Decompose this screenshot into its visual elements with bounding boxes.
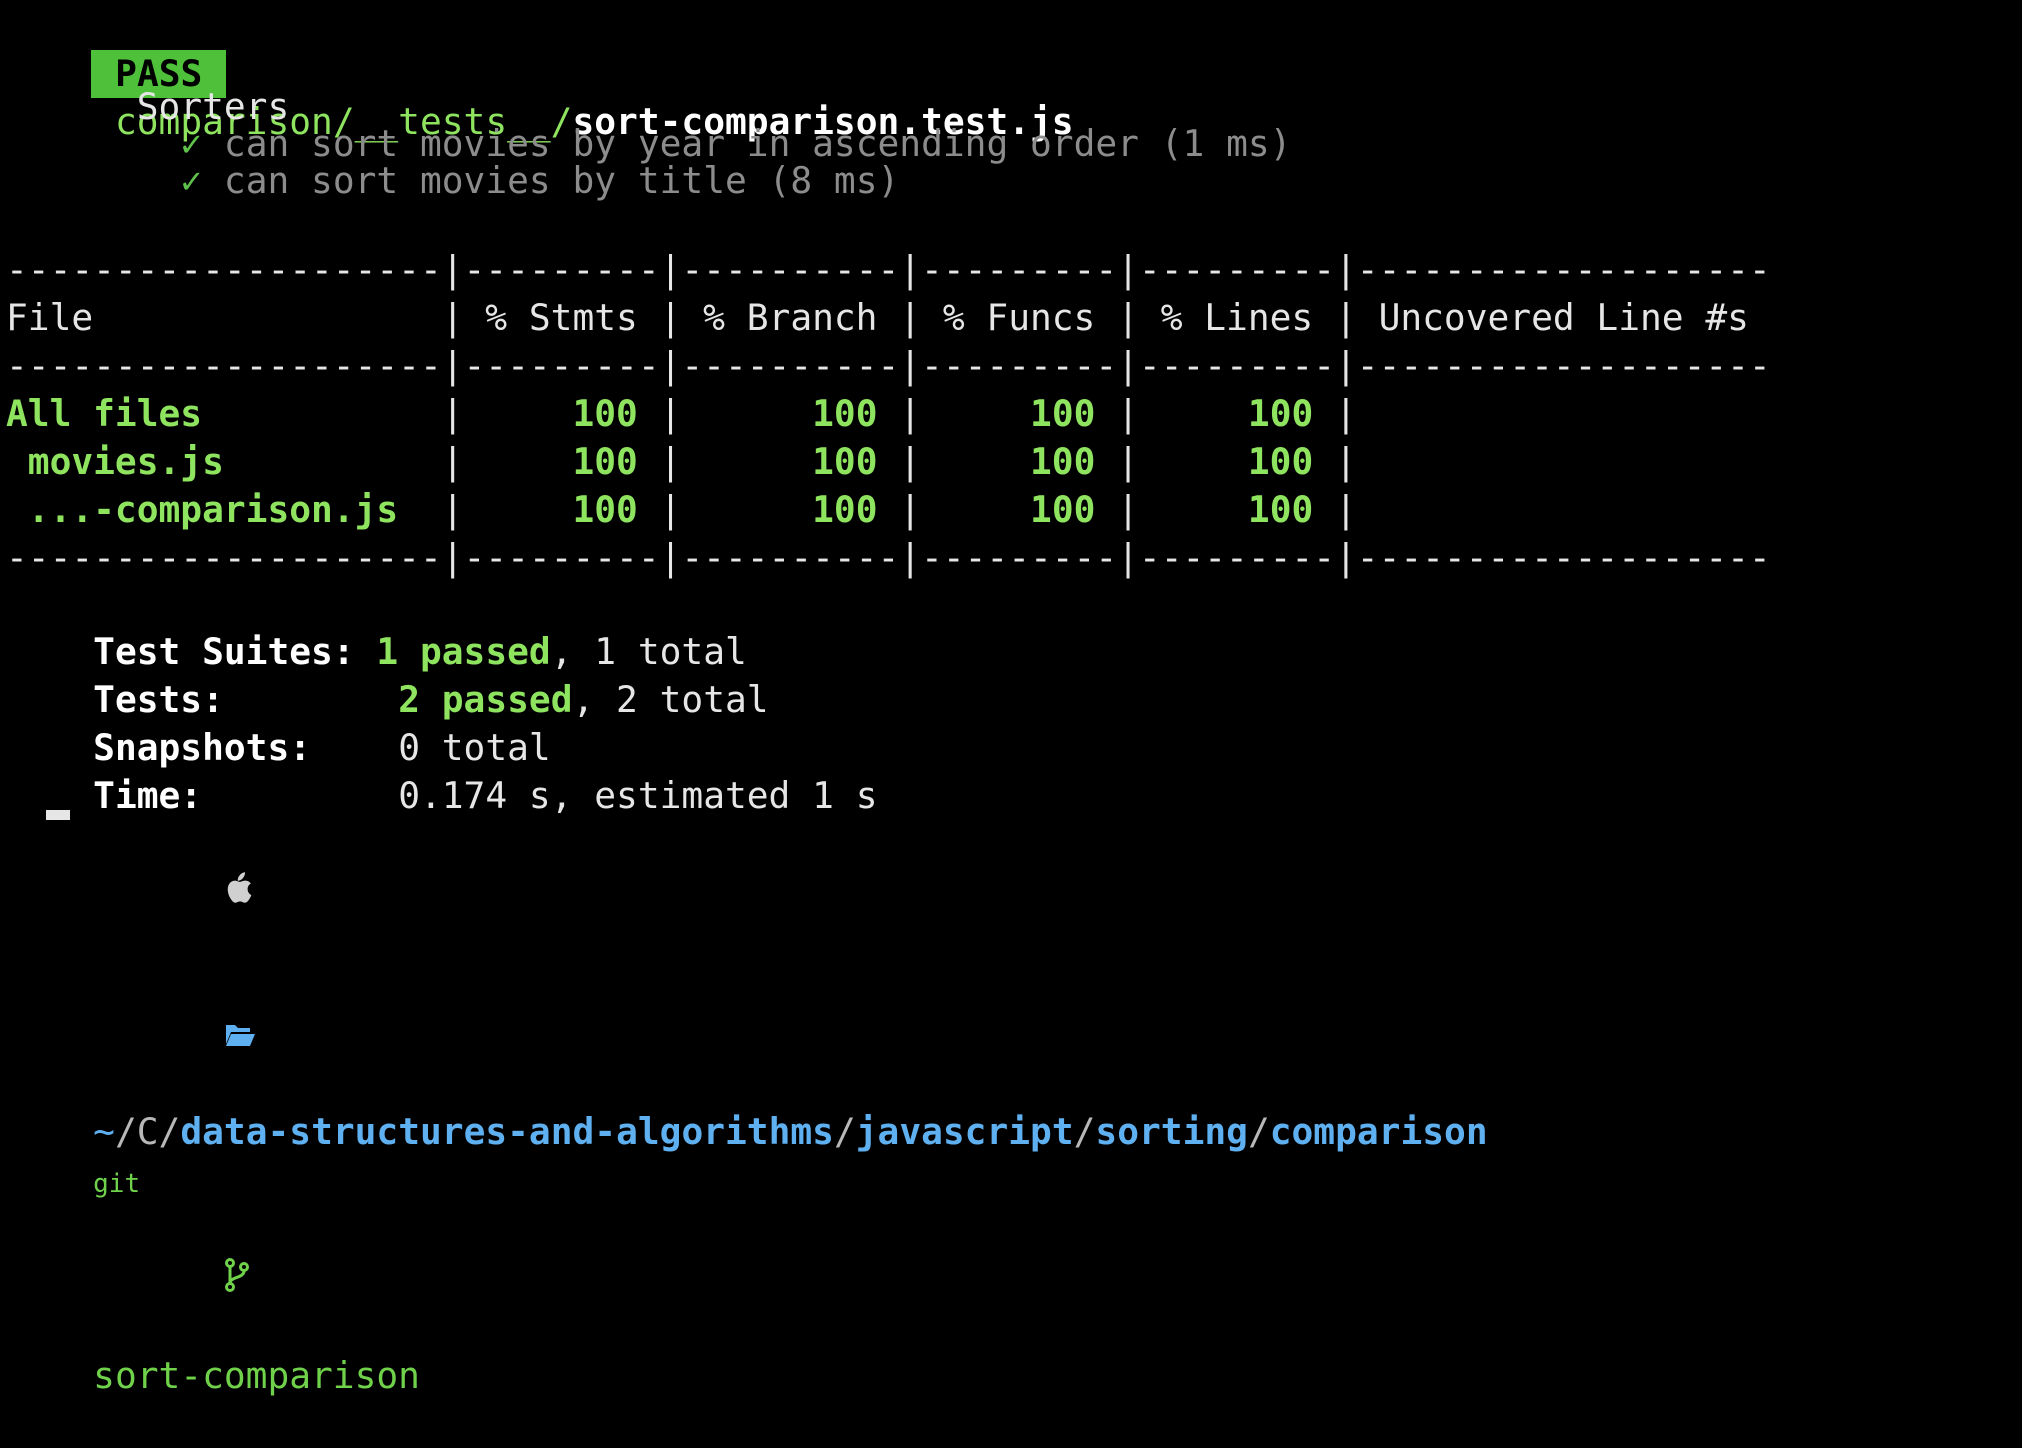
summary-suites: Test Suites: 1 passed, 1 total <box>6 580 747 673</box>
git-branch-name: sort-comparison <box>93 1354 420 1397</box>
coverage-cell: 100 <box>921 392 1096 435</box>
git-label: git <box>93 1169 141 1199</box>
apple-icon <box>93 820 252 964</box>
path-segment: comparison <box>1269 1110 1488 1153</box>
coverage-separator: --------------------|---------|---------… <box>6 536 1771 579</box>
path-c-dir: C <box>136 1110 159 1153</box>
terminal-window[interactable]: PASS comparison/__tests__/sort-compariso… <box>0 0 2022 1397</box>
coverage-row: ...-comparison.js | 100 | 100 | 100 | 10… <box>6 488 1357 531</box>
summary-total: , 2 total <box>572 678 769 721</box>
coverage-row: All files | 100 | 100 | 100 | 100 | <box>6 392 1357 435</box>
coverage-cell: 100 <box>463 440 638 483</box>
coverage-file: movies.js <box>6 440 224 483</box>
path-separator: / <box>1073 1110 1096 1153</box>
path-segment: javascript <box>855 1110 1074 1153</box>
summary-tests: Tests: 2 passed, 2 total <box>6 628 768 721</box>
coverage-file: All files <box>6 392 203 435</box>
test-result-line: ✓ can sort movies by title (8 ms) <box>6 109 899 202</box>
path-separator: / <box>158 1110 181 1153</box>
path-separator: / <box>833 1110 856 1153</box>
summary-snapshots: Snapshots: 0 total <box>6 676 551 769</box>
text-cursor <box>46 810 70 820</box>
coverage-cell: 100 <box>681 488 878 531</box>
path-separator: / <box>114 1110 137 1153</box>
path-home: ~ <box>93 1110 115 1153</box>
coverage-header: File | % Stmts | % Branch | % Funcs | % … <box>6 296 1771 339</box>
coverage-cell: 100 <box>1138 488 1314 531</box>
coverage-cell: 100 <box>921 440 1096 483</box>
coverage-separator: --------------------|---------|---------… <box>6 248 1771 291</box>
coverage-cell: 100 <box>681 392 878 435</box>
test-result-text: can sort movies by title (8 ms) <box>223 159 900 202</box>
coverage-cell: 100 <box>463 392 638 435</box>
git-branch-icon <box>93 1208 250 1352</box>
coverage-cell: 100 <box>921 488 1096 531</box>
folder-open-icon <box>93 964 256 1108</box>
shell-prompt: ~/C/data-structures-and-algorithms/javas… <box>6 772 1488 1397</box>
coverage-cell: 100 <box>1138 392 1314 435</box>
coverage-cell: 100 <box>1138 440 1314 483</box>
path-separator: / <box>1247 1110 1270 1153</box>
coverage-cell: 100 <box>463 488 638 531</box>
coverage-cell: 100 <box>681 440 878 483</box>
path-segment: data-structures-and-algorithms <box>180 1110 834 1153</box>
path-segment: sorting <box>1095 1110 1248 1153</box>
summary-time: Time: 0.174 s, estimated 1 s <box>6 724 877 817</box>
coverage-file: ...-comparison.js <box>6 488 399 531</box>
coverage-separator: --------------------|---------|---------… <box>6 344 1771 387</box>
coverage-row: movies.js | 100 | 100 | 100 | 100 | <box>6 440 1357 483</box>
check-icon: ✓ <box>180 159 203 202</box>
